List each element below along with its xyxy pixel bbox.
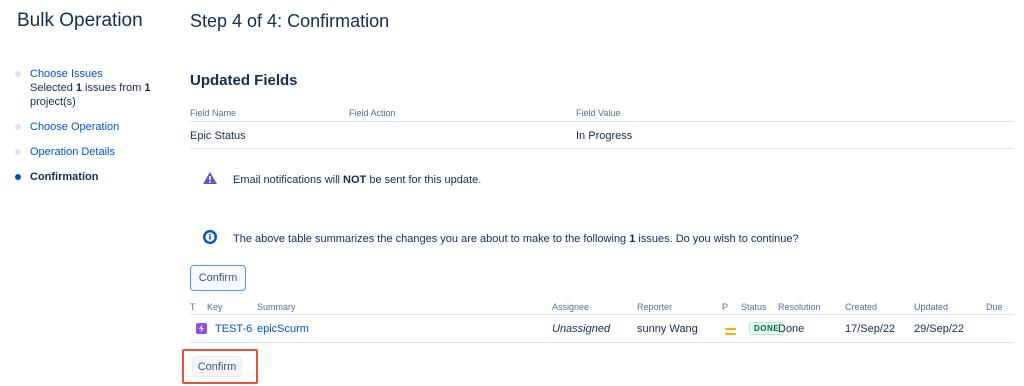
column-header-reporter: Reporter [637,302,673,312]
info-text-prefix: The above table summarizes the changes y… [233,232,630,245]
confirm-button-bottom[interactable]: Confirm [192,356,242,377]
priority-medium-icon [725,326,736,335]
step-operation-details: Operation Details [15,145,175,159]
info-text-suffix: issues. Do you wish to continue? [635,232,799,245]
column-header-field-action: Field Action [349,108,396,118]
confirm-button-top[interactable]: Confirm [190,265,246,291]
step-list: Choose Issues Selected 1 issues from 1 p… [15,67,175,195]
warning-text-emphasis: NOT [343,173,367,186]
issues-table: T Key Summary Assignee Reporter P Status… [190,296,1014,343]
issue-key-link[interactable]: TEST-6 [215,323,252,335]
column-header-type: T [190,302,196,312]
column-header-status: Status [741,302,767,312]
step-link-choose-operation[interactable]: Choose Operation [30,120,175,134]
info-text: The above table summarizes the changes y… [233,233,799,245]
step-label-confirmation: Confirmation [30,171,99,183]
column-header-field-value: Field Value [576,108,621,118]
sidebar: Bulk Operation Choose Issues Selected 1 … [0,0,175,386]
table-header: Field Name Field Action Field Value [190,104,1014,122]
summary-text: project(s) [30,96,76,108]
created-cell: 17/Sep/22 [845,323,896,335]
step-link-choose-issues[interactable]: Choose Issues [30,67,175,81]
summary-project-count: 1 [144,82,151,94]
summary-text: issues from [82,82,145,94]
epic-icon [196,323,207,334]
field-value-cell: In Progress [576,130,633,142]
column-header-updated: Updated [914,302,949,312]
column-header-assignee: Assignee [552,302,590,312]
updated-fields-title: Updated Fields [190,72,298,89]
warning-text-prefix: Email notifications will [233,173,344,186]
summary-text: Selected [30,82,76,94]
table-header: T Key Summary Assignee Reporter P Status… [190,296,1014,315]
step-confirmation: Confirmation [15,170,175,184]
updated-cell: 29/Sep/22 [914,323,965,335]
main-content: Step 4 of 4: Confirmation Updated Fields… [175,0,1024,386]
step-link-operation-details[interactable]: Operation Details [30,145,175,159]
info-message: The above table summarizes the changes y… [203,230,799,247]
info-icon [203,230,217,247]
resolution-cell: Done [778,323,805,335]
column-header-summary: Summary [257,302,296,312]
step-dot-current [15,174,21,180]
step-choose-issues-summary: Selected 1 issues from 1 project(s) [30,81,175,109]
step-choose-operation: Choose Operation [15,120,175,134]
assignee-cell: Unassigned [552,323,611,335]
table-row: TEST-6 epicScurm Unassigned sunny Wang D… [190,315,1014,343]
column-header-field-name: Field Name [190,108,237,118]
step-dot [15,71,21,77]
field-name-cell: Epic Status [190,130,246,142]
column-header-resolution: Resolution [778,302,821,312]
updated-fields-table: Field Name Field Action Field Value Epic… [190,104,1014,149]
warning-icon [203,172,217,187]
step-dot [15,124,21,130]
email-warning: Email notifications will NOT be sent for… [203,172,481,187]
step-dot [15,149,21,155]
column-header-key: Key [207,302,223,312]
table-row: Epic Status In Progress [190,122,1014,149]
page-title: Step 4 of 4: Confirmation [190,11,390,31]
warning-text-suffix: be sent for this update. [366,173,482,186]
column-header-priority: P [722,302,729,312]
reporter-cell: sunny Wang [637,323,698,335]
column-header-due: Due [986,302,1003,312]
sidebar-title: Bulk Operation [17,10,143,31]
step-choose-issues: Choose Issues Selected 1 issues from 1 p… [15,67,175,109]
column-header-created: Created [845,302,878,312]
warning-text: Email notifications will NOT be sent for… [233,174,481,186]
issue-summary-link[interactable]: epicScurm [257,323,309,335]
